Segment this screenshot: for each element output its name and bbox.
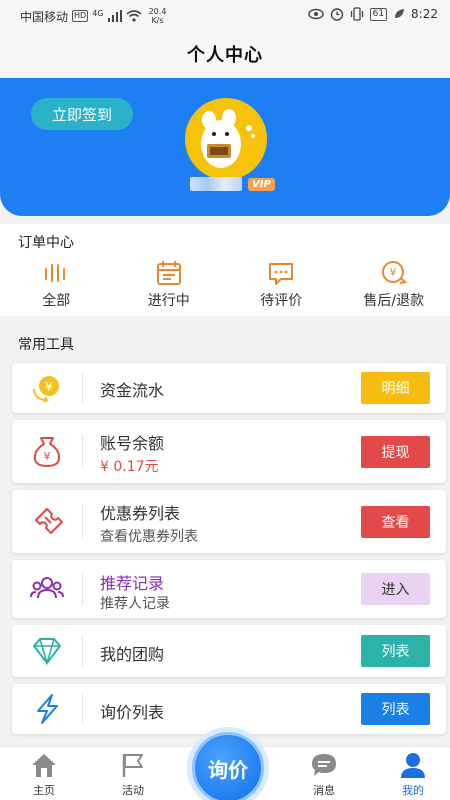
tab-messages-label: 消息 <box>313 784 335 797</box>
order-in-progress[interactable]: 进行中 <box>113 260 226 310</box>
withdraw-button[interactable]: 提现 <box>361 436 430 468</box>
blurred-username <box>190 177 242 191</box>
view-coupons-button[interactable]: 查看 <box>361 506 430 538</box>
order-in-progress-label: 进行中 <box>147 293 190 309</box>
leaf-icon <box>395 9 405 18</box>
clock-time: 8:22 <box>411 7 438 21</box>
order-all[interactable]: 全部 <box>0 260 113 310</box>
wifi-icon <box>125 10 142 22</box>
svg-text:¥: ¥ <box>45 380 53 394</box>
svg-text:¥: ¥ <box>44 450 51 463</box>
diamond-icon <box>33 638 61 666</box>
tab-mine-label: 我的 <box>402 784 424 797</box>
tool-subtitle: 查看优惠券列表 <box>100 529 198 545</box>
comment-icon <box>269 263 294 285</box>
avatar[interactable] <box>185 98 267 180</box>
coupon-icon <box>35 508 63 534</box>
bars-icon <box>45 264 66 282</box>
network-speed: 20.4 K/s <box>148 7 167 25</box>
coin-flow-icon: ¥ <box>33 376 59 403</box>
tool-name: 优惠券列表 <box>100 504 181 523</box>
alarm-icon <box>330 8 343 21</box>
tab-activity[interactable]: 活动 <box>103 751 163 798</box>
tool-account-balance[interactable]: ¥ 账号余额 ¥ 0.17元 提现 <box>12 420 446 483</box>
tool-group-buy[interactable]: 我的团购 列表 <box>12 625 446 677</box>
tab-activity-label: 活动 <box>122 784 144 797</box>
svg-text:¥: ¥ <box>389 266 396 279</box>
user-icon <box>401 753 425 778</box>
tab-home[interactable]: 主页 <box>14 751 74 798</box>
tool-fund-flow[interactable]: ¥ 资金流水 明细 <box>12 363 446 413</box>
signal-icon <box>107 10 122 22</box>
tab-home-label: 主页 <box>33 784 55 797</box>
order-center-title: 订单中心 <box>18 235 74 251</box>
order-to-review[interactable]: 待评价 <box>225 260 338 310</box>
enter-referral-button[interactable]: 进入 <box>361 573 430 605</box>
tool-name: 账号余额 <box>100 434 165 453</box>
username: VIP <box>190 177 275 191</box>
people-icon <box>30 577 64 599</box>
inquiry-list-button[interactable]: 列表 <box>361 693 430 725</box>
tab-mine[interactable]: 我的 <box>383 751 443 798</box>
order-refund[interactable]: ¥ 售后/退款 <box>338 260 450 310</box>
page-title: 个人中心 <box>187 45 263 66</box>
tool-name: 推荐记录 <box>100 574 165 593</box>
carrier-label: 中国移动 <box>20 9 69 24</box>
order-center: 订单中心 全部 进行中 待评价 ¥ 售后/退款 <box>0 224 450 316</box>
tools-title: 常用工具 <box>18 337 74 353</box>
tool-coupon-list[interactable]: 优惠券列表 查看优惠券列表 查看 <box>12 490 446 553</box>
money-bag-icon: ¥ <box>33 437 61 467</box>
group-buy-list-button[interactable]: 列表 <box>361 635 430 667</box>
order-all-label: 全部 <box>42 293 71 309</box>
tool-name: 询价列表 <box>100 703 165 722</box>
calendar-icon <box>156 261 181 285</box>
profile-banner: 立即签到 VIP <box>0 78 450 216</box>
refund-icon: ¥ <box>381 261 407 284</box>
order-to-review-label: 待评价 <box>260 293 303 309</box>
tool-referral-records[interactable]: 推荐记录 推荐人记录 进入 <box>12 560 446 618</box>
fund-flow-detail-button[interactable]: 明细 <box>361 372 430 404</box>
signin-button[interactable]: 立即签到 <box>31 98 133 130</box>
tool-name: 我的团购 <box>100 645 165 664</box>
order-refund-label: 售后/退款 <box>363 293 425 309</box>
vibrate-icon <box>350 7 363 21</box>
tool-subtitle: 推荐人记录 <box>100 596 170 612</box>
flag-icon <box>122 754 143 777</box>
battery-icon: 61 <box>369 7 388 21</box>
home-icon <box>32 754 56 777</box>
status-bar: 中国移动 HD 4G 20.4 K/s 61 8:22 <box>0 0 450 30</box>
inquiry-center-button[interactable]: 询价 <box>192 732 264 800</box>
vip-badge: VIP <box>248 177 275 191</box>
tool-name: 资金流水 <box>100 381 165 400</box>
page-header: 个人中心 <box>0 30 450 78</box>
eye-icon <box>307 8 324 20</box>
balance-amount: ¥ 0.17元 <box>100 459 159 475</box>
message-icon <box>312 754 336 776</box>
tab-messages[interactable]: 消息 <box>294 751 354 798</box>
network-type: 4G <box>92 8 104 18</box>
hd-icon: HD <box>72 10 89 22</box>
lightning-icon <box>37 694 58 724</box>
